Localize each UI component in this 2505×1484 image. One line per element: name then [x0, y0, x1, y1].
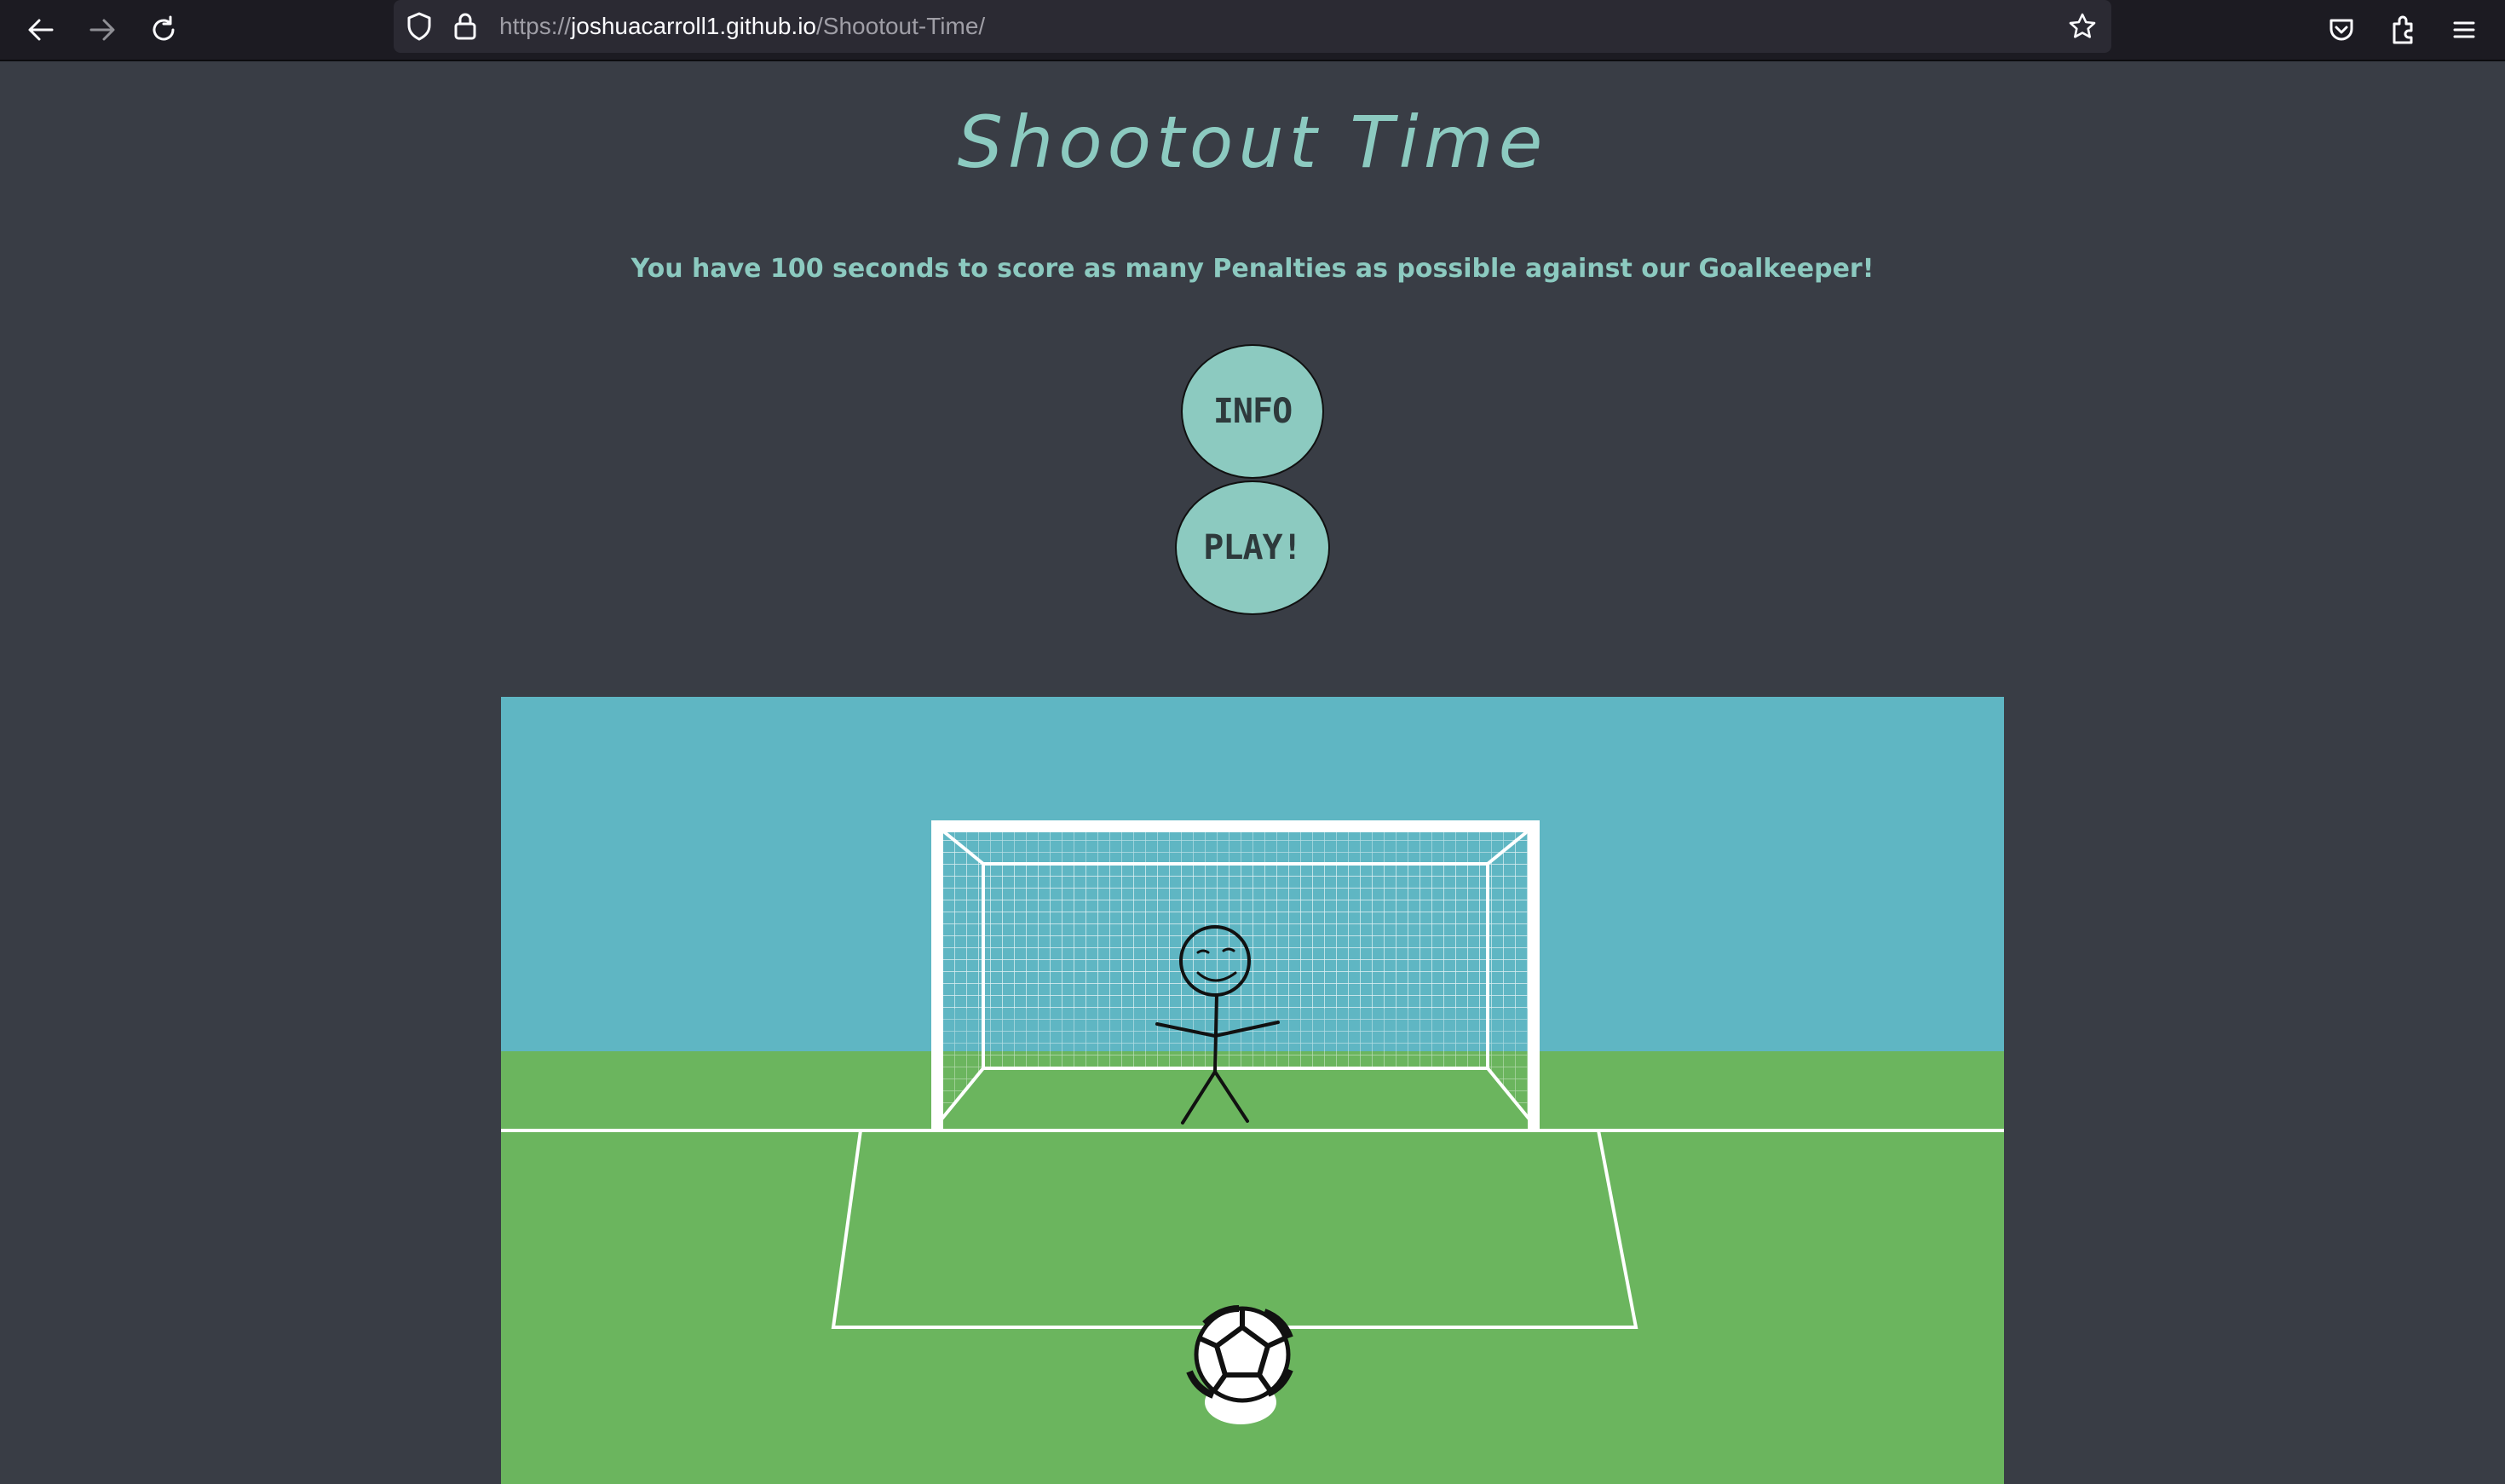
shield-icon[interactable] — [400, 8, 438, 45]
url-host: joshuacarroll1.github.io — [571, 13, 817, 39]
back-arrow-icon[interactable] — [22, 11, 60, 49]
game-canvas[interactable] — [501, 697, 2004, 1484]
url-path: /Shootout-Time/ — [816, 13, 986, 39]
url-scheme: https:// — [499, 13, 572, 39]
menu-icon[interactable] — [2445, 11, 2483, 49]
play-button[interactable]: PLAY! — [1175, 480, 1330, 615]
bookmark-star-icon[interactable] — [2064, 8, 2101, 45]
lock-icon[interactable] — [446, 8, 484, 45]
url-bar[interactable]: https://joshuacarroll1.github.io/Shootou… — [394, 0, 2111, 53]
forward-arrow-icon[interactable] — [84, 11, 121, 49]
pocket-icon[interactable] — [2323, 11, 2360, 49]
football — [1186, 1305, 1293, 1403]
browser-toolbar: https://joshuacarroll1.github.io/Shootou… — [0, 0, 2505, 61]
info-button[interactable]: INFO — [1181, 344, 1324, 479]
url-text[interactable]: https://joshuacarroll1.github.io/Shootou… — [499, 0, 985, 53]
reload-icon[interactable] — [145, 11, 182, 49]
page-title: Shootout Time — [957, 101, 1548, 184]
page-subtitle: You have 100 seconds to score as many Pe… — [631, 254, 1874, 284]
extensions-icon[interactable] — [2384, 11, 2422, 49]
